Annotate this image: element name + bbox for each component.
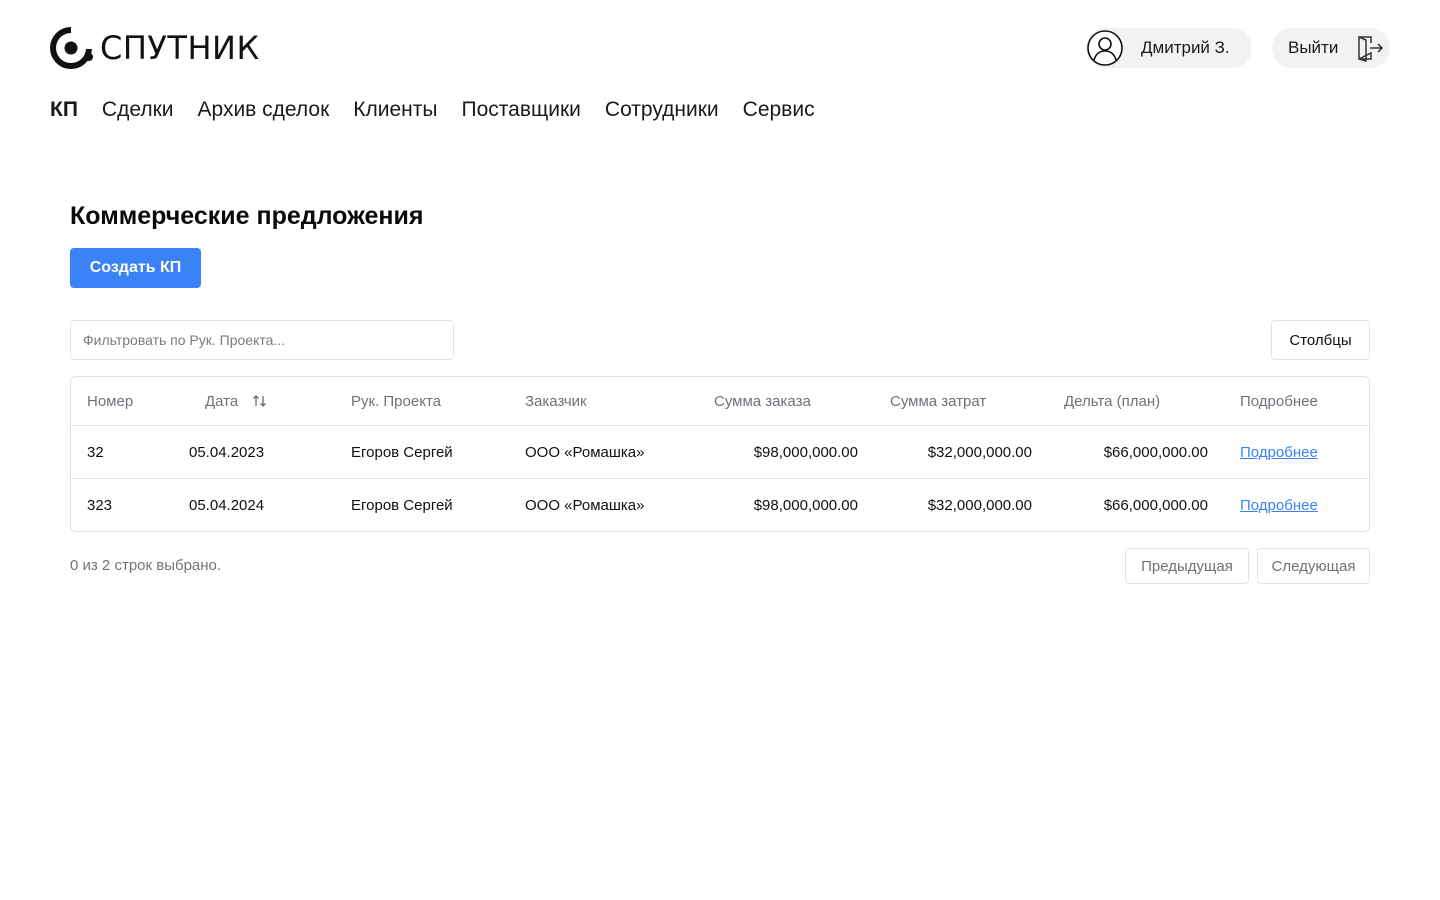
next-page-button[interactable]: Следующая	[1257, 548, 1370, 584]
sputnik-logo-icon	[50, 27, 93, 69]
user-menu[interactable]: Дмитрий З.	[1086, 28, 1252, 68]
nav-item-employees[interactable]: Сотрудники	[605, 96, 719, 124]
cell-customer: ООО «Ромашка»	[525, 443, 645, 461]
previous-page-button[interactable]: Предыдущая	[1125, 548, 1249, 584]
col-header-order-sum[interactable]: Сумма заказа	[714, 377, 811, 425]
table-header-row: Номер Дата Рук. Проекта Заказчик Сумма з…	[71, 377, 1369, 426]
cell-project-manager: Егоров Сергей	[351, 443, 453, 461]
cell-details: Подробнее	[1240, 426, 1318, 478]
details-link[interactable]: Подробнее	[1240, 444, 1318, 461]
cell-cost-sum: $32,000,000.00	[927, 443, 1032, 461]
main-nav: КП Сделки Архив сделок Клиенты Поставщик…	[50, 96, 839, 124]
kp-table: Номер Дата Рук. Проекта Заказчик Сумма з…	[70, 376, 1370, 532]
col-header-cost-sum[interactable]: Сумма затрат	[890, 377, 986, 425]
logout-door-icon	[1356, 34, 1384, 62]
columns-button[interactable]: Столбцы	[1271, 320, 1370, 360]
cell-date: 05.04.2024	[189, 497, 265, 514]
app-logo[interactable]: СПУТНИК	[50, 27, 260, 69]
col-header-project-manager[interactable]: Рук. Проекта	[351, 377, 441, 425]
filter-input[interactable]	[70, 320, 454, 360]
logout-button[interactable]: Выйти	[1272, 28, 1390, 68]
page-title: Коммерческие предложения	[70, 202, 424, 230]
cell-details: Подробнее	[1240, 479, 1318, 531]
user-name: Дмитрий З.	[1141, 38, 1230, 57]
create-kp-button[interactable]: Создать КП	[70, 248, 201, 288]
nav-item-deals[interactable]: Сделки	[102, 96, 174, 124]
col-header-date-label: Дата	[205, 392, 239, 410]
col-header-details: Подробнее	[1240, 392, 1318, 410]
cell-date: 05.04.2023	[189, 443, 265, 461]
nav-item-clients[interactable]: Клиенты	[353, 96, 437, 124]
col-header-customer[interactable]: Заказчик	[525, 377, 587, 425]
cell-delta-plan: $66,000,000.00	[1103, 497, 1208, 514]
nav-item-suppliers[interactable]: Поставщики	[461, 96, 580, 124]
table-row[interactable]: 323 05.04.2024 Егоров Сергей ООО «Ромашк…	[71, 479, 1369, 531]
col-header-number[interactable]: Номер	[87, 377, 133, 425]
selection-status: 0 из 2 строк выбрано.	[70, 557, 222, 574]
cell-delta-plan: $66,000,000.00	[1103, 443, 1208, 461]
cell-order-sum: $98,000,000.00	[753, 443, 858, 461]
logout-label: Выйти	[1288, 38, 1339, 57]
user-avatar-icon	[1086, 29, 1124, 67]
details-link[interactable]: Подробнее	[1240, 497, 1318, 514]
nav-item-service[interactable]: Сервис	[743, 96, 815, 124]
cell-customer: ООО «Ромашка»	[525, 497, 645, 514]
logo-text: СПУТНИК	[100, 29, 260, 67]
cell-project-manager: Егоров Сергей	[351, 497, 453, 514]
nav-item-deals-archive[interactable]: Архив сделок	[198, 96, 330, 124]
cell-cost-sum: $32,000,000.00	[927, 497, 1032, 514]
nav-item-kp[interactable]: КП	[50, 96, 78, 124]
cell-number: 32	[87, 443, 104, 461]
sort-arrows-icon[interactable]	[252, 393, 268, 409]
cell-number: 323	[87, 497, 113, 514]
col-header-delta-plan[interactable]: Дельта (план)	[1064, 377, 1160, 425]
cell-order-sum: $98,000,000.00	[753, 497, 858, 514]
table-row[interactable]: 32 05.04.2023 Егоров Сергей ООО «Ромашка…	[71, 426, 1369, 479]
col-header-date[interactable]: Дата	[205, 377, 268, 425]
